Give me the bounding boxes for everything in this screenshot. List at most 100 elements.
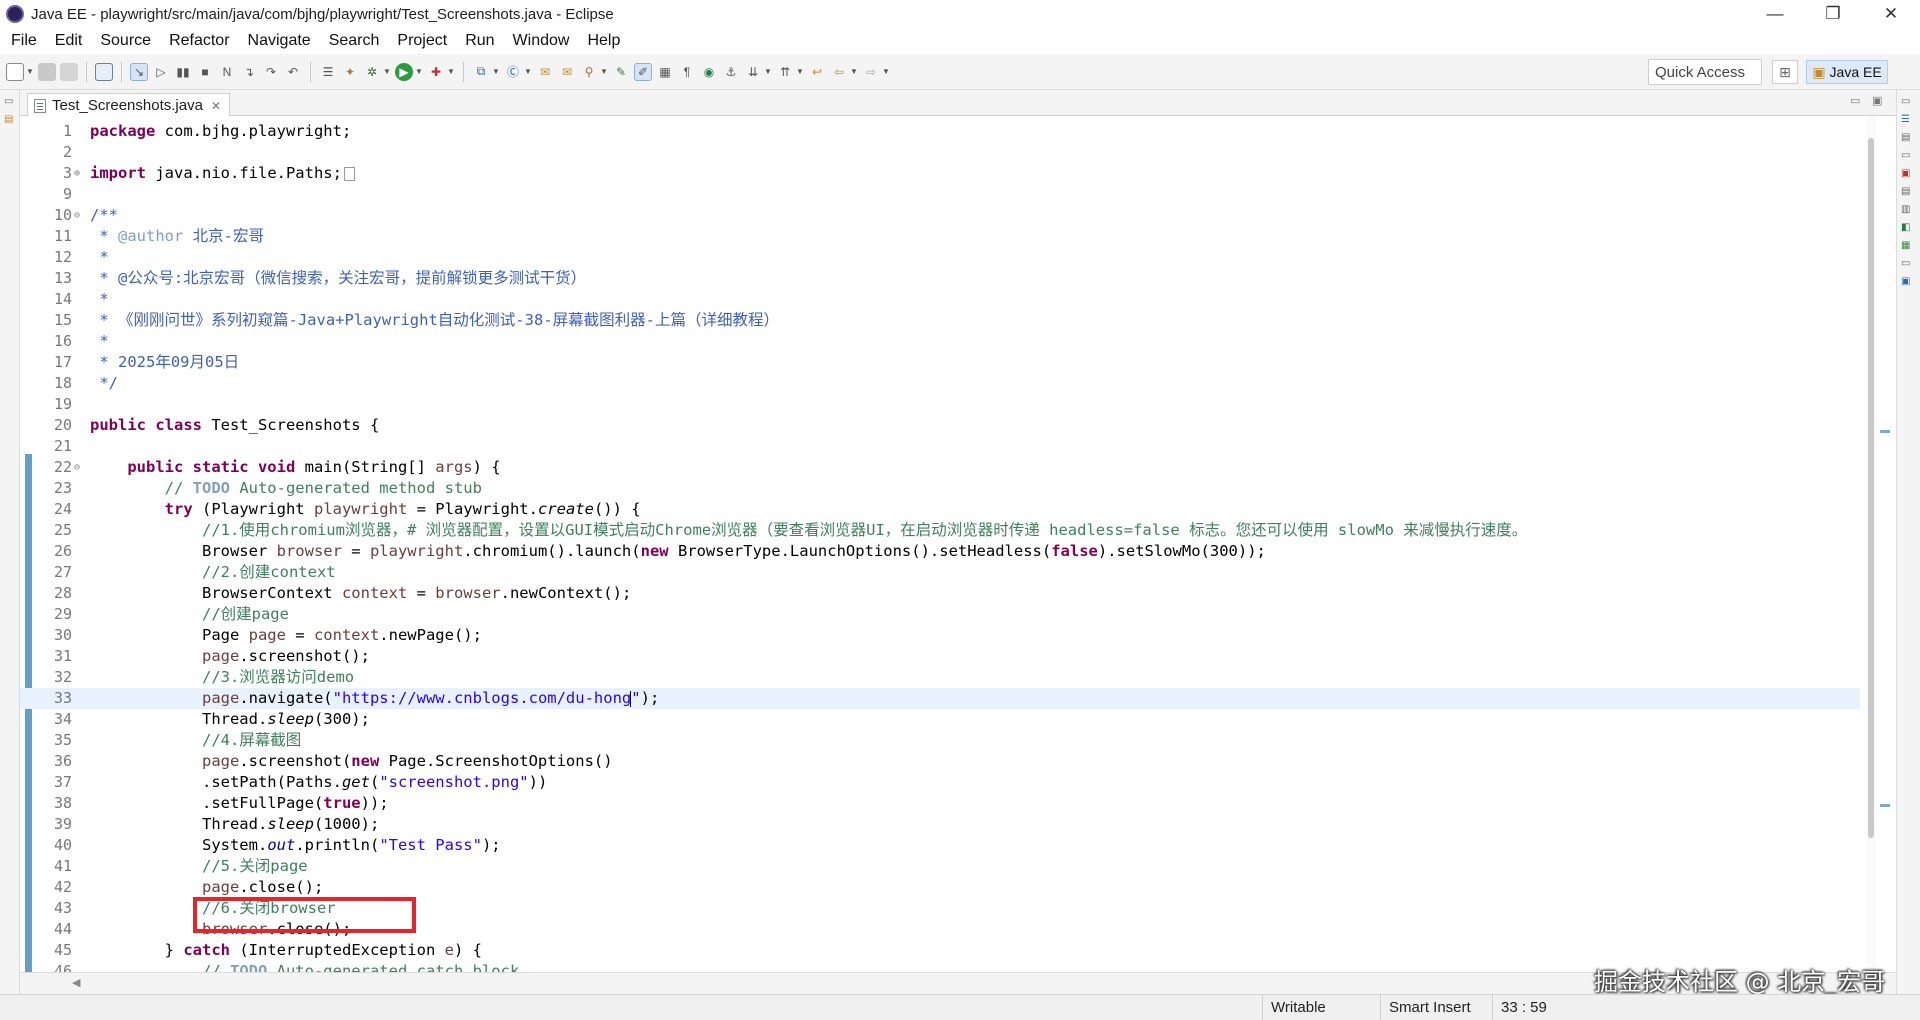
step-over-icon[interactable]: ↷ <box>262 63 280 81</box>
restore-icon[interactable]: ▭ <box>1901 96 1913 108</box>
maximize-editor-icon[interactable]: ▣ <box>1872 94 1882 107</box>
code-line[interactable]: 10 ⊖/** <box>20 205 1860 226</box>
show-whitespace-icon[interactable]: ¶ <box>678 63 696 81</box>
code-line[interactable]: 28 BrowserContext context = browser.newC… <box>20 583 1860 604</box>
restore-icon[interactable]: ▭ <box>1901 150 1913 162</box>
code-line[interactable]: 38 .setFullPage(true)); <box>20 793 1860 814</box>
back-icon[interactable]: ⇦ <box>830 63 848 81</box>
code-line[interactable]: 22 ⊖ public static void main(String[] arg… <box>20 457 1860 478</box>
maximize-button[interactable]: ❐ <box>1804 0 1862 28</box>
properties-icon[interactable]: ▤ <box>1901 186 1913 198</box>
menu-source[interactable]: Source <box>91 28 160 54</box>
code-line[interactable]: 35 //4.屏幕截图 <box>20 730 1860 751</box>
run-icon[interactable]: ▶ <box>395 62 413 81</box>
scroll-left-icon[interactable]: ◀ <box>72 976 80 989</box>
search-icon[interactable]: ⚲ <box>580 63 598 81</box>
code-line[interactable]: 27 //2.创建context <box>20 562 1860 583</box>
code-line[interactable]: 2 <box>20 142 1860 163</box>
outline-icon[interactable]: ☰ <box>1901 114 1913 126</box>
menu-run[interactable]: Run <box>456 28 503 54</box>
link-icon[interactable]: ⚓ <box>722 63 740 81</box>
restore-icon[interactable]: ▭ <box>1901 258 1913 270</box>
code-line[interactable]: 9 <box>20 184 1860 205</box>
last-edit-location-icon[interactable]: ↩ <box>808 63 826 81</box>
menu-search[interactable]: Search <box>320 28 389 54</box>
forward-dropdown-icon[interactable]: ▼ <box>882 67 890 76</box>
code-line[interactable]: 12 * <box>20 247 1860 268</box>
previous-annotation-dropdown-icon[interactable]: ▼ <box>796 67 804 76</box>
task-list-icon[interactable]: ▤ <box>1901 132 1913 144</box>
toggle-breakpoint-icon[interactable]: ☰ <box>319 63 337 81</box>
save-all-icon[interactable] <box>60 62 78 81</box>
next-annotation-icon[interactable]: ⇊ <box>744 63 762 81</box>
code-line[interactable]: 31 page.screenshot(); <box>20 646 1860 667</box>
new-icon[interactable] <box>6 62 24 81</box>
open-task-icon[interactable]: ✉ <box>558 63 576 81</box>
code-line[interactable]: 23 // TODO Auto-generated method stub <box>20 478 1860 499</box>
code-line[interactable]: 3 ⊕ import java.nio.file.Paths; <box>20 163 1860 184</box>
code-line[interactable]: 24 try (Playwright playwright = Playwrig… <box>20 499 1860 520</box>
close-button[interactable]: ✕ <box>1862 0 1920 28</box>
vertical-scrollbar[interactable] <box>1866 116 1876 972</box>
open-type-icon[interactable]: ✉ <box>536 63 554 81</box>
resume-icon[interactable]: ▷ <box>152 63 170 81</box>
code-line[interactable]: 41 //5.关闭page <box>20 856 1860 877</box>
next-annotation-dropdown-icon[interactable]: ▼ <box>764 67 772 76</box>
code-line[interactable]: 45 } catch (InterruptedException e) { <box>20 940 1860 961</box>
collapse-fold-icon[interactable]: ⊖ <box>74 205 80 226</box>
minimize-editor-icon[interactable]: ▭ <box>1850 94 1860 107</box>
code-line[interactable]: 17 * 2025年09月05日 <box>20 352 1860 373</box>
code-line[interactable]: 13 * @公众号:北京宏哥（微信搜索，关注宏哥，提前解锁更多测试干货） <box>20 268 1860 289</box>
code-line[interactable]: 16 * <box>20 331 1860 352</box>
menu-refactor[interactable]: Refactor <box>160 28 238 54</box>
collapsed-imports-icon[interactable] <box>343 166 355 181</box>
console-icon[interactable]: ▣ <box>1901 276 1913 288</box>
code-line[interactable]: 34 Thread.sleep(300); <box>20 709 1860 730</box>
code-line[interactable]: 39 Thread.sleep(1000); <box>20 814 1860 835</box>
mark-occurrences-icon[interactable]: ✐ <box>634 62 652 81</box>
markers-icon[interactable]: ▣ <box>1901 168 1913 180</box>
code-line[interactable]: 37 .setPath(Paths.get("screenshot.png")) <box>20 772 1860 793</box>
previous-annotation-icon[interactable]: ⇈ <box>776 63 794 81</box>
scrollbar-thumb[interactable] <box>1868 138 1874 838</box>
code-line[interactable]: 26 Browser browser = playwright.chromium… <box>20 541 1860 562</box>
code-line[interactable]: 11 * @author 北京-宏哥 <box>20 226 1860 247</box>
current-code-line[interactable]: 33 page.navigate("https://www.cnblogs.co… <box>20 688 1860 709</box>
code-line[interactable]: 36 page.screenshot(new Page.ScreenshotOp… <box>20 751 1860 772</box>
code-editor[interactable]: 1 package com.bjhg.playwright; 2 3 ⊕ import… <box>20 116 1896 972</box>
menu-file[interactable]: File <box>2 28 46 54</box>
block-selection-icon[interactable]: ▦ <box>656 63 674 81</box>
project-explorer-icon[interactable]: ▤ <box>4 114 16 126</box>
new-java-class-icon[interactable]: Ⓒ <box>504 63 522 81</box>
run-last-tool-dropdown-icon[interactable]: ▼ <box>447 67 455 76</box>
code-line[interactable]: 46 // TODO Auto-generated catch block <box>20 961 1860 972</box>
code-line[interactable]: 14 * <box>20 289 1860 310</box>
new-server-icon[interactable]: ⧉ <box>472 63 490 81</box>
debug-dropdown-icon[interactable]: ▼ <box>383 67 391 76</box>
tab-test-screenshots[interactable]: Test_Screenshots.java ✕ <box>27 93 230 117</box>
servers-icon[interactable]: ▥ <box>1901 204 1913 216</box>
open-console-icon[interactable] <box>95 62 113 81</box>
data-source-icon[interactable]: ◧ <box>1901 222 1913 234</box>
menu-window[interactable]: Window <box>504 28 579 54</box>
back-dropdown-icon[interactable]: ▼ <box>850 67 858 76</box>
save-icon[interactable] <box>38 62 56 81</box>
terminate-icon[interactable]: ■ <box>196 63 214 81</box>
search-dropdown-icon[interactable]: ▼ <box>600 67 608 76</box>
code-line[interactable]: 18 */ <box>20 373 1860 394</box>
minimize-button[interactable]: — <box>1746 0 1804 28</box>
run-last-tool-icon[interactable]: ✚ <box>427 63 445 81</box>
code-line[interactable]: 25 //1.使用chromium浏览器，# 浏览器配置，设置以GUI模式启动C… <box>20 520 1860 541</box>
code-line[interactable]: 32 //3.浏览器访问demo <box>20 667 1860 688</box>
overview-marker[interactable] <box>1880 430 1890 433</box>
code-line[interactable]: 19 <box>20 394 1860 415</box>
expand-fold-icon[interactable]: ⊕ <box>74 163 80 184</box>
menu-help[interactable]: Help <box>578 28 629 54</box>
step-return-icon[interactable]: ↶ <box>284 63 302 81</box>
forward-icon[interactable]: ⇨ <box>862 63 880 81</box>
disconnect-icon[interactable]: N <box>218 63 236 81</box>
snippets-icon[interactable]: ▦ <box>1901 240 1913 252</box>
collapse-fold-icon[interactable]: ⊖ <box>74 457 80 478</box>
new-java-class-dropdown-icon[interactable]: ▼ <box>524 67 532 76</box>
overview-marker[interactable] <box>1880 804 1890 807</box>
